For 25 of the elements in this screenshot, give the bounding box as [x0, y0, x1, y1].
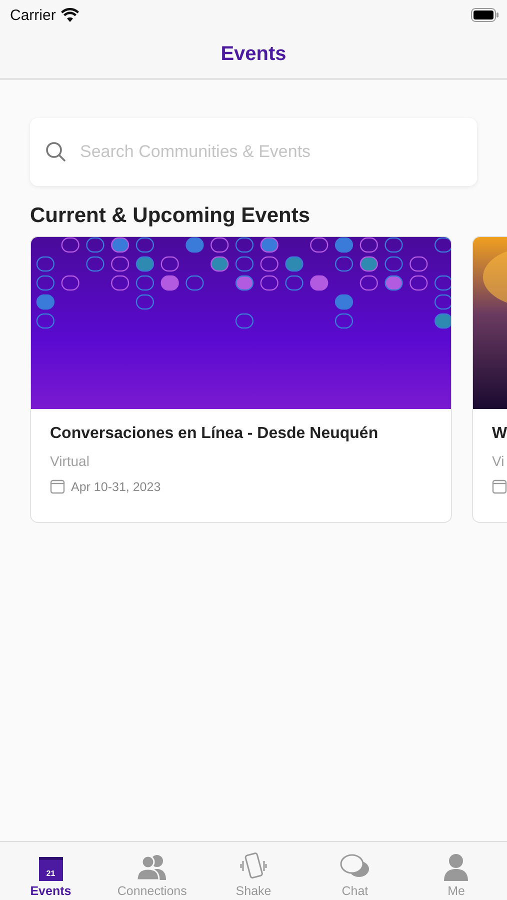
calendar-icon	[50, 479, 65, 494]
people-icon	[136, 853, 168, 881]
search-icon	[46, 142, 66, 162]
event-card[interactable]: Conversaciones en Línea - Desde Neuquén Virtual Apr 10-31, 2023	[30, 236, 452, 523]
wifi-icon	[60, 8, 79, 22]
event-location: Virtual	[50, 453, 90, 469]
battery-icon	[471, 8, 499, 22]
event-title: Conversaciones en Línea - Desde Neuquén	[50, 425, 380, 443]
tab[interactable]: Chat	[304, 842, 406, 900]
tab[interactable]: Connections	[101, 842, 203, 900]
event-location: Vi	[492, 453, 506, 469]
screen-title: Events	[220, 42, 286, 66]
tab[interactable]: Me	[406, 842, 507, 900]
phone-icon	[238, 851, 269, 881]
carrier-label: Carrier	[10, 6, 56, 24]
event-card[interactable]: W Vi	[472, 236, 507, 523]
event-date: Apr 10-31, 2023	[71, 480, 161, 494]
tab[interactable]: 21 Events	[0, 842, 102, 900]
calendar-icon	[492, 479, 507, 494]
search-field[interactable]: Search Communities & Events	[30, 118, 477, 186]
person-icon	[443, 853, 470, 881]
section-title: Current & Upcoming Events	[30, 204, 312, 228]
tab[interactable]: Shake	[202, 842, 304, 900]
event-title: W	[492, 425, 507, 443]
calendar-icon: 21	[38, 857, 63, 881]
